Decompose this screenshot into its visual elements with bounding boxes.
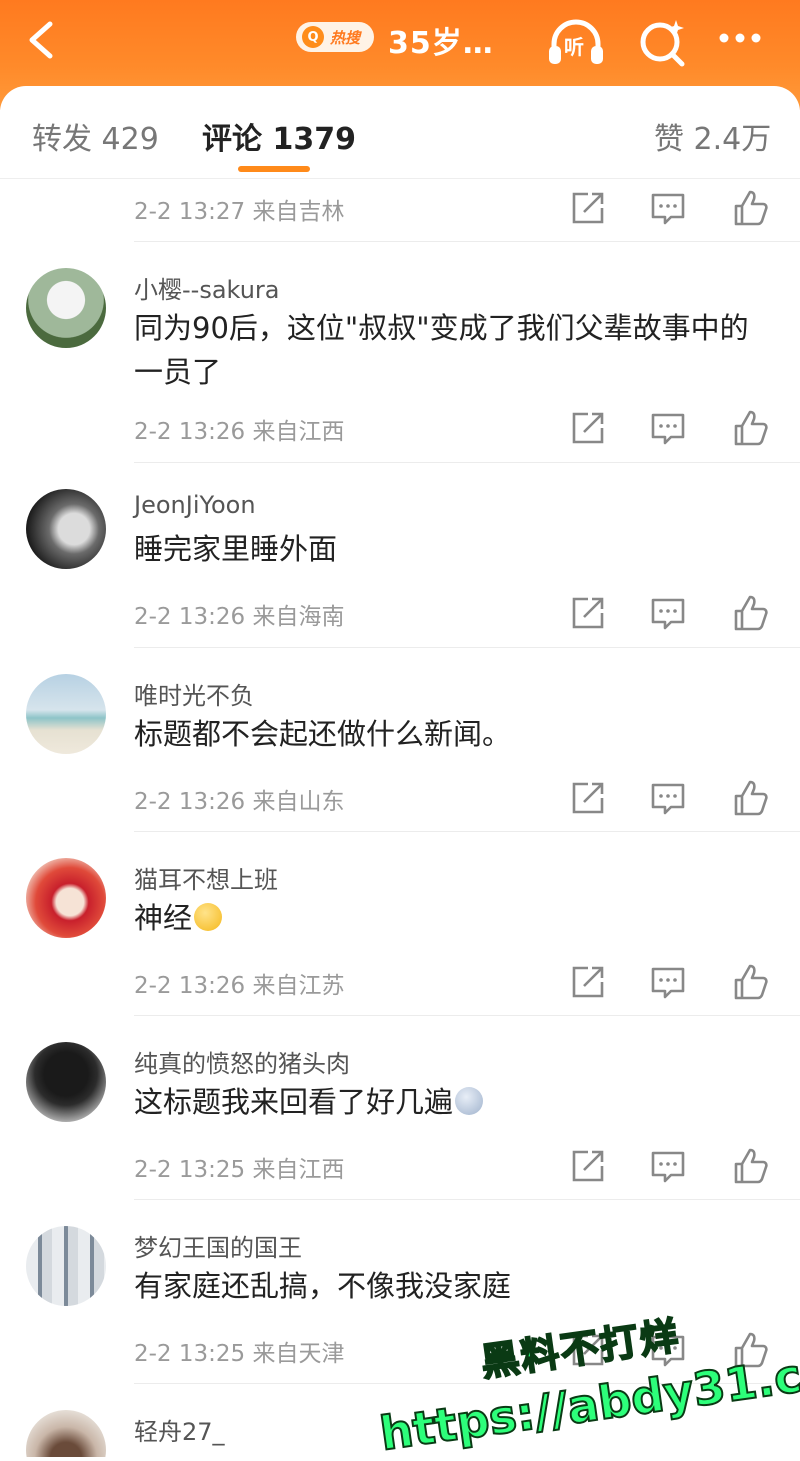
comment-username[interactable]: 小樱--sakura	[134, 270, 279, 305]
comment-item: 猫耳不想上班 神经 2-2 13:26 来自江苏	[0, 832, 800, 1016]
comment-text: 这标题我来回看了好几遍	[134, 1080, 774, 1124]
like-icon[interactable]	[730, 408, 770, 448]
like-icon[interactable]	[730, 188, 770, 228]
comment-meta: 2-2 13:26 来自江苏	[134, 973, 345, 999]
share-icon[interactable]	[568, 962, 608, 1002]
comment-text: 神经	[134, 896, 774, 940]
search-icon: Q	[302, 26, 324, 48]
avatar[interactable]	[26, 858, 106, 938]
share-icon[interactable]	[568, 593, 608, 633]
comment-icon[interactable]	[648, 962, 688, 1002]
comment-item: 纯真的愤怒的猪头肉 这标题我来回看了好几遍 2-2 13:25 来自江西	[0, 1016, 800, 1200]
avatar[interactable]	[26, 1410, 106, 1457]
comment-text-value: 神经	[134, 901, 193, 935]
comment-item: JeonJiYoon 睡完家里睡外面 2-2 13:26 来自海南	[0, 463, 800, 647]
tab-bar: 转发 429 评论 1379 赞 2.4万	[0, 86, 800, 179]
comment-partial: 2-2 13:27 来自吉林	[0, 186, 800, 242]
comment-meta: 2-2 13:25 来自江西	[134, 1157, 345, 1183]
avatar[interactable]	[26, 489, 106, 569]
hot-search-badge[interactable]: Q 热搜	[296, 22, 374, 52]
comment-icon[interactable]	[648, 778, 688, 818]
comment-meta: 2-2 13:25 来自天津	[134, 1341, 345, 1367]
listen-label: 听	[564, 35, 584, 59]
page-title[interactable]: 35岁…	[388, 18, 494, 62]
active-tab-indicator	[238, 166, 310, 172]
share-icon[interactable]	[568, 778, 608, 818]
comment-icon[interactable]	[648, 1146, 688, 1186]
comment-icon[interactable]	[648, 408, 688, 448]
like-icon[interactable]	[730, 778, 770, 818]
back-button[interactable]	[22, 18, 62, 62]
search-button[interactable]	[636, 16, 692, 67]
like-icon[interactable]	[730, 593, 770, 633]
comment-username[interactable]: 唯时光不负	[134, 676, 254, 711]
share-icon[interactable]	[568, 1146, 608, 1186]
sleepy-emoji-icon	[194, 903, 223, 931]
avatar[interactable]	[26, 674, 106, 754]
comment-text-value: 这标题我来回看了好几遍	[134, 1085, 454, 1119]
avatar[interactable]	[26, 1226, 106, 1306]
hot-search-label: 热搜	[330, 28, 361, 47]
comment-text: 标题都不会起还做什么新闻。	[134, 717, 512, 751]
comment-text: 有家庭还乱搞，不像我没家庭	[134, 1269, 512, 1303]
comment-username[interactable]: 猫耳不想上班	[134, 860, 278, 895]
chevron-left-icon	[29, 21, 53, 59]
comment-username[interactable]: 梦幻王国的国王	[134, 1228, 302, 1263]
avatar[interactable]	[26, 1042, 106, 1122]
comment-icon[interactable]	[648, 593, 688, 633]
share-icon[interactable]	[568, 408, 608, 448]
tab-comments[interactable]: 评论 1379	[202, 114, 356, 158]
comment-text: 同为90后，这位"叔叔"变成了我们父辈故事中的一员了	[134, 311, 749, 389]
listen-button[interactable]: 听	[546, 16, 603, 64]
comment-text: 睡完家里睡外面	[134, 532, 338, 566]
comment-item: 小樱--sakura 同为90后，这位"叔叔"变成了我们父辈故事中的一员了 2-…	[0, 242, 800, 462]
comment-icon[interactable]	[648, 188, 688, 228]
comment-meta: 2-2 13:26 来自江西	[134, 419, 345, 445]
comment-meta: 2-2 13:26 来自山东	[134, 789, 345, 815]
more-icon	[719, 33, 761, 43]
like-icon[interactable]	[730, 962, 770, 1002]
comment-item: 唯时光不负 标题都不会起还做什么新闻。 2-2 13:26 来自山东	[0, 648, 800, 832]
shocked-emoji-icon	[455, 1087, 484, 1115]
share-icon[interactable]	[568, 188, 608, 228]
tab-likes[interactable]: 赞 2.4万	[654, 114, 771, 158]
search-sparkle-icon	[640, 20, 685, 67]
comment-username[interactable]: 纯真的愤怒的猪头肉	[134, 1044, 350, 1079]
like-icon[interactable]	[730, 1146, 770, 1186]
more-button[interactable]	[712, 16, 768, 64]
comment-username[interactable]: 轻舟27_	[134, 1412, 225, 1447]
comment-meta: 2-2 13:26 来自海南	[134, 604, 345, 630]
avatar[interactable]	[26, 268, 106, 348]
comment-meta: 2-2 13:27 来自吉林	[134, 199, 345, 225]
comments-card: 转发 429 评论 1379 赞 2.4万 2-2 13:27 来自吉林 小樱-…	[0, 86, 800, 1457]
tab-reposts[interactable]: 转发 429	[32, 114, 159, 158]
comment-username[interactable]: JeonJiYoon	[134, 491, 256, 519]
